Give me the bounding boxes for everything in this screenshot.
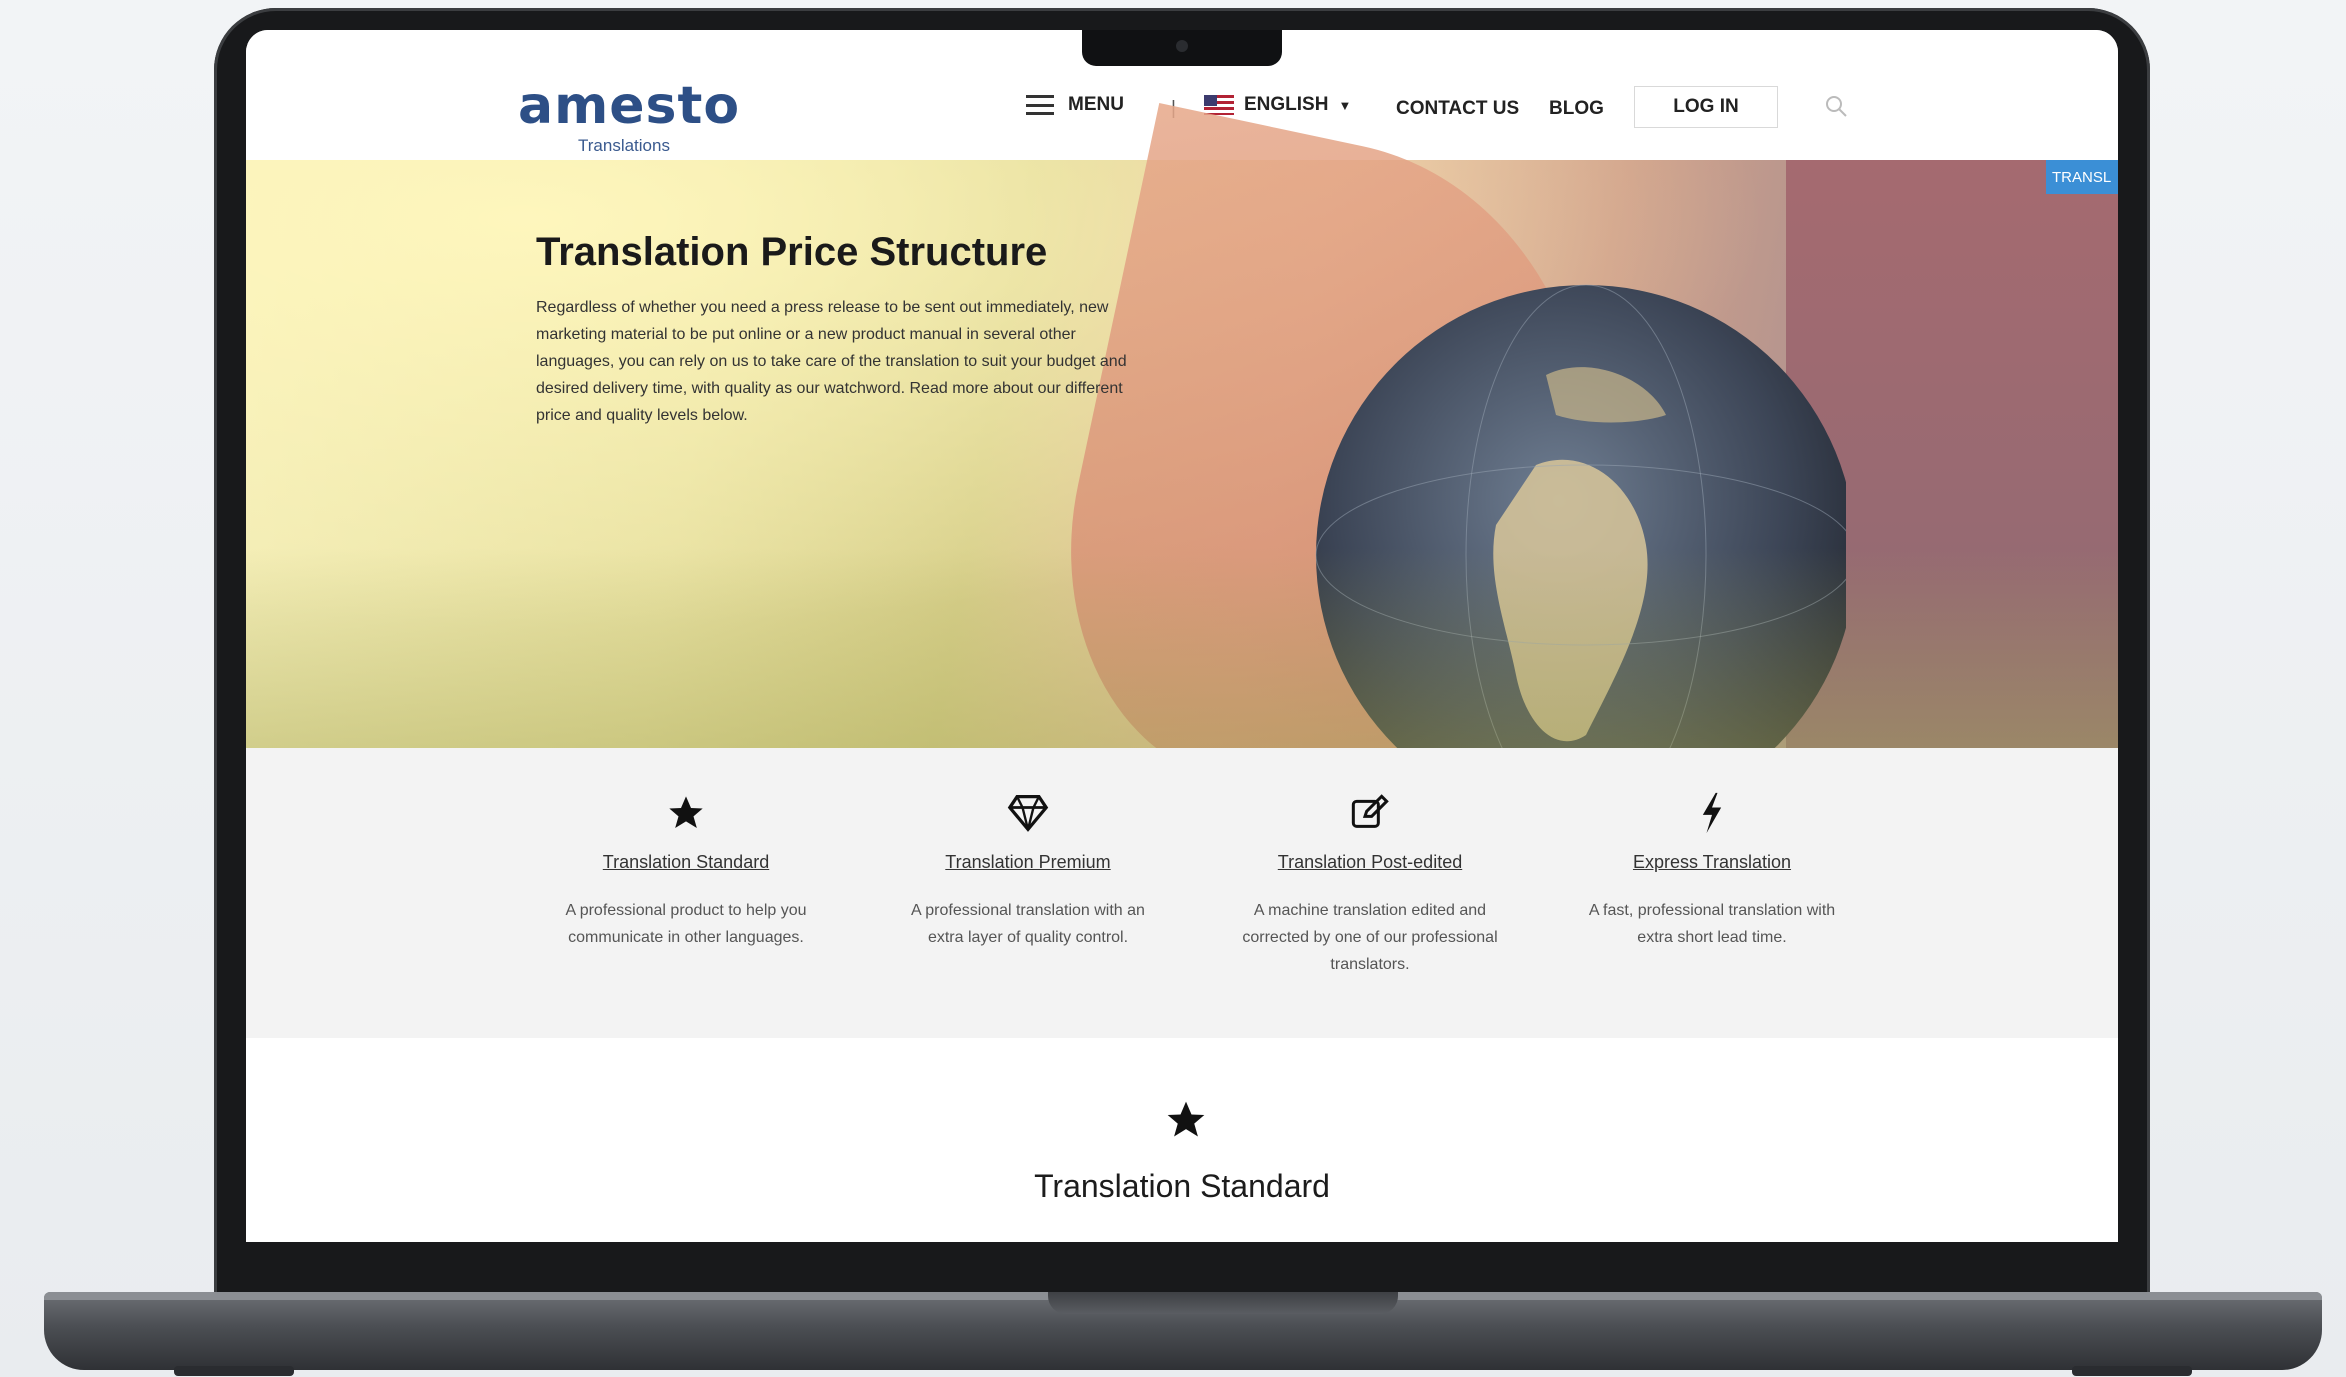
star-icon <box>1167 1101 1205 1137</box>
log-in-button[interactable]: LOG IN <box>1634 86 1778 128</box>
translation-premium-link[interactable]: Translation Premium <box>898 852 1158 873</box>
translate-tab[interactable]: TRANSL <box>2046 160 2118 194</box>
laptop-foot <box>174 1366 294 1376</box>
feature-description: A machine translation edited and correct… <box>1242 902 1498 973</box>
laptop-foot <box>2072 1366 2192 1376</box>
menu-button[interactable]: MENU <box>1026 94 1124 116</box>
language-selector[interactable]: ENGLISH ▼ <box>1204 94 1351 116</box>
feature-description: A professional product to help you commu… <box>565 902 807 946</box>
camera-notch <box>1082 30 1282 66</box>
contact-us-link[interactable]: CONTACT US <box>1396 98 1519 120</box>
amesto-logo[interactable]: amesto Translations <box>518 80 740 156</box>
feature-standard: Translation Standard A professional prod… <box>556 788 816 951</box>
standard-section: Translation Standard <box>246 1038 2118 1242</box>
feature-description: A fast, professional translation with ex… <box>1588 902 1836 946</box>
feature-premium: Translation Premium A professional trans… <box>898 788 1158 951</box>
hero-field-overlay <box>246 548 2118 748</box>
feature-express: Express Translation A fast, professional… <box>1582 788 1842 951</box>
page-title: Translation Price Structure <box>536 230 1048 274</box>
star-icon <box>669 796 703 828</box>
language-label: ENGLISH <box>1244 94 1329 115</box>
caret-down-icon: ▼ <box>1338 97 1352 113</box>
blog-link[interactable]: BLOG <box>1549 98 1604 120</box>
express-translation-link[interactable]: Express Translation <box>1582 852 1842 873</box>
us-flag-icon <box>1204 95 1234 115</box>
camera-icon <box>1176 40 1188 52</box>
laptop-base <box>44 1292 2322 1376</box>
search-icon[interactable] <box>1824 94 1848 118</box>
menu-label: MENU <box>1068 94 1124 115</box>
logo-subtitle: Translations <box>578 136 670 155</box>
hamburger-icon <box>1026 95 1054 115</box>
logo-text: amesto <box>518 76 741 136</box>
feature-post-edited: Translation Post-edited A machine transl… <box>1240 788 1500 978</box>
browser-screen: amesto Translations MENU | ENGLISH ▼ CON… <box>246 30 2118 1242</box>
section-heading: Translation Standard <box>1034 1168 1330 1204</box>
diamond-icon <box>1007 795 1049 832</box>
bolt-icon <box>1702 792 1722 834</box>
edit-icon <box>1351 794 1389 828</box>
translation-standard-link[interactable]: Translation Standard <box>556 852 816 873</box>
feature-description: A professional translation with an extra… <box>911 902 1145 946</box>
translation-post-edited-link[interactable]: Translation Post-edited <box>1240 852 1500 873</box>
laptop-opening-groove <box>1048 1292 1398 1314</box>
hero-banner <box>246 103 2118 847</box>
features-section: Translation Standard A professional prod… <box>246 748 2118 1038</box>
intro-text: Regardless of whether you need a press r… <box>536 299 1127 424</box>
